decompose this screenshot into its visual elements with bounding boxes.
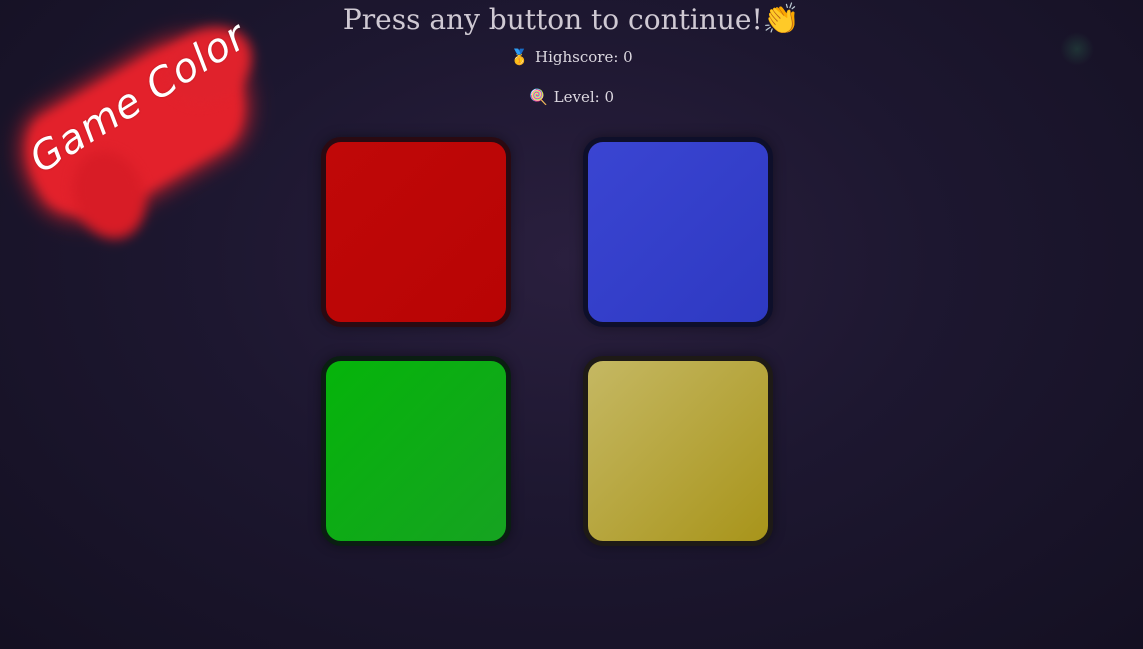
clapping-hands-icon: 👏 xyxy=(762,2,801,37)
green-pad-button[interactable] xyxy=(321,356,511,546)
red-pad-button[interactable] xyxy=(321,137,511,327)
decorative-glow xyxy=(1060,32,1094,66)
lollipop-icon: 🍭 xyxy=(528,88,548,106)
highscore-label: Highscore: 0 xyxy=(535,48,633,66)
highscore-display: 🥇 Highscore: 0 xyxy=(0,48,1143,66)
level-display: 🍭 Level: 0 xyxy=(0,88,1143,106)
level-label: Level: 0 xyxy=(553,88,615,106)
yellow-pad-button[interactable] xyxy=(583,356,773,546)
medal-icon: 🥇 xyxy=(510,48,529,66)
page-title: Press any button to continue!👏 xyxy=(0,0,1143,40)
title-text: Press any button to continue! xyxy=(342,3,763,36)
blue-pad-button[interactable] xyxy=(583,137,773,327)
